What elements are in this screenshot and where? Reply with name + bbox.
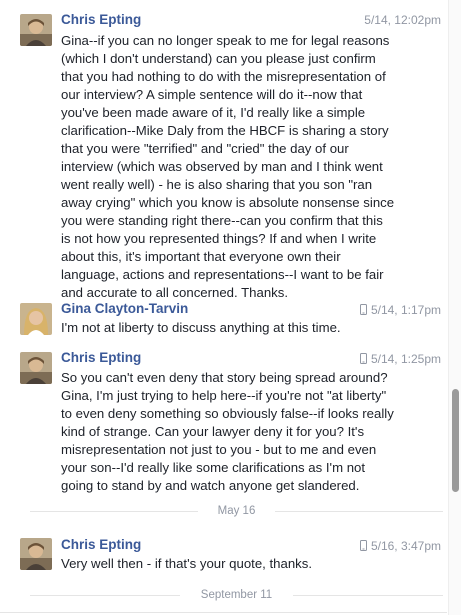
message-text: I'm not at liberty to discuss anything a… — [61, 320, 341, 335]
avatar[interactable] — [20, 303, 52, 335]
sender-name[interactable]: Chris Epting — [61, 12, 141, 27]
sender-name[interactable]: Chris Epting — [61, 350, 141, 365]
message-text: Gina--if you can no longer speak to me f… — [61, 33, 395, 300]
message-thread: Chris Epting 5/14, 12:02pm Gina--if you … — [0, 0, 447, 615]
message-timestamp: 5/14, 12:02pm — [364, 13, 441, 27]
date-divider: September 11 — [30, 588, 443, 602]
scrollbar[interactable] — [448, 0, 461, 615]
message-text: Very well then - if that's your quote, t… — [61, 556, 313, 571]
avatar[interactable] — [20, 538, 52, 570]
message-text: So you can't even deny that story being … — [61, 370, 394, 493]
date-divider-label: September 11 — [200, 589, 273, 601]
message-timestamp: 5/16, 3:47pm — [359, 539, 441, 553]
message-timestamp: 5/14, 1:17pm — [359, 303, 441, 317]
mobile-phone-icon — [359, 540, 367, 551]
mobile-phone-icon — [359, 353, 367, 364]
message-timestamp: 5/14, 1:25pm — [359, 352, 441, 366]
mobile-phone-icon — [359, 304, 367, 315]
avatar[interactable] — [20, 14, 52, 46]
avatar[interactable] — [20, 352, 52, 384]
timestamp-text: 5/14, 12:02pm — [364, 13, 441, 27]
timestamp-text: 5/14, 1:25pm — [370, 352, 441, 366]
date-divider-label: May 16 — [217, 505, 256, 517]
divider-line — [0, 612, 447, 613]
timestamp-text: 5/16, 3:47pm — [370, 539, 441, 553]
date-divider: May 16 — [30, 504, 443, 518]
scrollbar-thumb[interactable] — [452, 389, 459, 492]
timestamp-text: 5/14, 1:17pm — [370, 303, 441, 317]
sender-name[interactable]: Gina Clayton-Tarvin — [61, 301, 188, 316]
sender-name[interactable]: Chris Epting — [61, 537, 141, 552]
